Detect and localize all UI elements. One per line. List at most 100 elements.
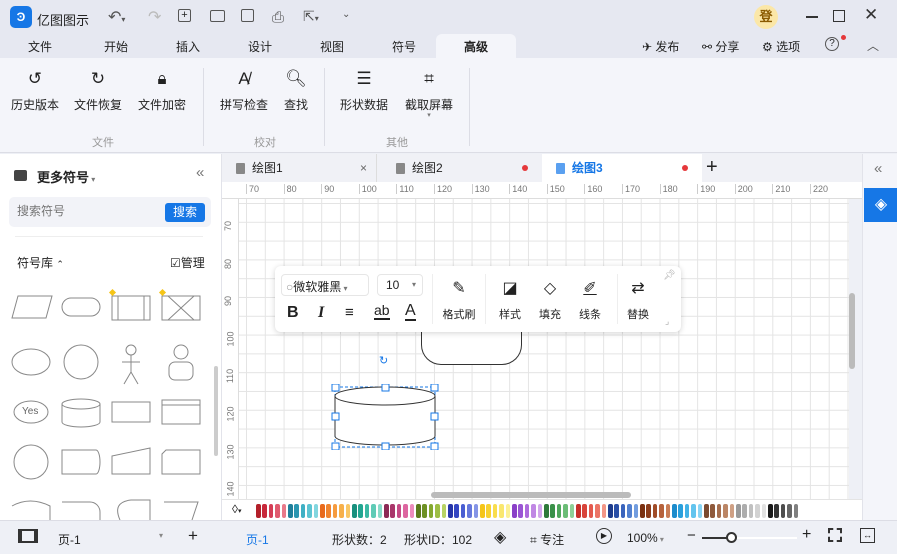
color-swatch[interactable] [384, 504, 389, 518]
new-icon[interactable]: + [178, 9, 191, 22]
color-swatch[interactable] [486, 504, 491, 518]
collapse-panel-icon[interactable]: « [196, 164, 204, 181]
color-swatch[interactable] [339, 504, 344, 518]
color-swatch[interactable] [396, 504, 402, 518]
align-left-icon[interactable]: ≡ [345, 304, 354, 321]
fill-color-icon[interactable]: ◊▾ [232, 502, 241, 516]
color-swatch[interactable] [422, 504, 427, 518]
style-panel-button[interactable]: ◈ [864, 188, 897, 222]
menu-insert[interactable]: 插入 [176, 38, 200, 55]
color-swatch[interactable] [473, 504, 479, 518]
color-swatch[interactable] [320, 504, 325, 518]
menu-symbol[interactable]: 符号 [392, 38, 416, 55]
find-button[interactable]: 🔍︎ 查找 [282, 68, 310, 113]
color-swatch[interactable] [403, 504, 408, 518]
menu-advanced[interactable]: 高级 [436, 34, 517, 58]
minimize-button[interactable] [806, 16, 818, 18]
color-swatch[interactable] [582, 504, 587, 518]
menu-start[interactable]: 开始 [104, 38, 128, 55]
color-swatch[interactable] [780, 504, 786, 518]
close-button[interactable]: ✕ [864, 5, 878, 25]
color-swatch[interactable] [377, 504, 383, 518]
color-swatch[interactable] [364, 504, 370, 518]
zoom-in-button[interactable]: + [802, 526, 811, 544]
share-button[interactable]: ⚯ 分享 [702, 38, 739, 55]
replace-button[interactable]: ⇄ 替换 [623, 278, 653, 322]
shape-data-button[interactable]: ☰ 形状数据 [339, 68, 389, 113]
symbol-grid[interactable] [0, 284, 212, 520]
font-family-select[interactable]: ○微软雅黑 ▾ [281, 274, 369, 296]
color-swatch[interactable] [313, 504, 319, 518]
color-swatch[interactable] [467, 504, 472, 518]
bold-button[interactable]: B [287, 304, 299, 322]
color-swatch[interactable] [640, 504, 645, 518]
search-button[interactable]: 搜索 [165, 203, 205, 222]
color-swatch[interactable] [256, 504, 261, 518]
terminator-shape[interactable] [421, 327, 522, 365]
page-select[interactable]: 页-1 ▾ [58, 531, 163, 548]
zoom-out-button[interactable]: − [687, 527, 696, 544]
zoom-select[interactable]: 100% ▾ [627, 531, 664, 545]
color-swatch[interactable] [633, 504, 639, 518]
customize-quick-access-icon[interactable]: ⌄ [342, 9, 350, 20]
menu-design[interactable]: 设计 [248, 38, 272, 55]
open-folder-icon[interactable] [210, 10, 225, 22]
color-swatch[interactable] [409, 504, 415, 518]
color-swatch[interactable] [723, 504, 728, 518]
tab-drawing2[interactable]: 绘图2 [382, 154, 542, 182]
vertical-scrollbar[interactable] [849, 293, 855, 369]
color-swatch[interactable] [569, 504, 575, 518]
collapse-ribbon-icon[interactable]: ︿ [867, 37, 879, 54]
horizontal-scrollbar[interactable] [431, 492, 631, 498]
color-swatch[interactable] [729, 504, 735, 518]
underline-button[interactable]: ab [374, 302, 390, 320]
color-swatch[interactable] [608, 504, 613, 518]
fill-button[interactable]: ◇ 填充 [535, 278, 565, 322]
layers-icon[interactable]: ◈ [494, 527, 506, 547]
tab-drawing1[interactable]: 绘图1 × [222, 154, 377, 182]
color-swatch[interactable] [448, 504, 453, 518]
color-swatch[interactable] [307, 504, 312, 518]
manage-button[interactable]: ☑管理 [170, 254, 205, 271]
color-swatch[interactable] [454, 504, 459, 518]
color-swatch[interactable] [748, 504, 754, 518]
color-swatch[interactable] [531, 504, 536, 518]
color-swatch[interactable] [627, 504, 632, 518]
color-swatch[interactable] [428, 504, 434, 518]
play-icon[interactable]: ▶ [596, 528, 612, 544]
focus-button[interactable]: ⌗ 专注 [530, 531, 564, 548]
color-swatch[interactable] [576, 504, 581, 518]
login-avatar[interactable]: 登 [754, 5, 778, 29]
color-swatch[interactable] [665, 504, 671, 518]
color-swatch[interactable] [460, 504, 466, 518]
color-swatch[interactable] [563, 504, 568, 518]
color-swatch[interactable] [556, 504, 562, 518]
italic-button[interactable]: I [318, 304, 324, 322]
color-swatch[interactable] [492, 504, 498, 518]
more-symbols-dropdown[interactable]: 更多符号 ▾ [37, 167, 95, 186]
font-size-select[interactable]: 10 ▾ [377, 274, 423, 296]
publish-button[interactable]: ✈ 发布 [642, 38, 679, 55]
add-tab-button[interactable]: + [706, 156, 718, 179]
tab-drawing3[interactable]: 绘图3 [542, 154, 702, 182]
color-swatch[interactable] [268, 504, 274, 518]
color-swatch[interactable] [678, 504, 683, 518]
color-swatch[interactable] [345, 504, 351, 518]
color-swatch[interactable] [697, 504, 703, 518]
style-button[interactable]: ◪ 样式 [495, 278, 525, 322]
line-button[interactable]: ✐ 线条 [575, 278, 605, 322]
zoom-slider[interactable] [702, 532, 797, 543]
symbol-library-toggle[interactable]: 符号库 ⌃ [17, 254, 64, 271]
color-swatch[interactable] [281, 504, 287, 518]
color-swatch[interactable] [352, 504, 357, 518]
undo-icon[interactable]: ↶▾ [108, 7, 125, 27]
cylinder-shape[interactable] [331, 384, 441, 450]
color-swatch[interactable] [435, 504, 440, 518]
color-swatch[interactable] [326, 504, 331, 518]
color-swatch[interactable] [499, 504, 504, 518]
add-page-button[interactable]: + [188, 526, 198, 546]
export-icon[interactable]: ⇱▾ [303, 8, 319, 25]
color-swatch[interactable] [761, 504, 767, 518]
color-swatch[interactable] [768, 504, 773, 518]
symbol-search-input[interactable] [17, 204, 157, 218]
